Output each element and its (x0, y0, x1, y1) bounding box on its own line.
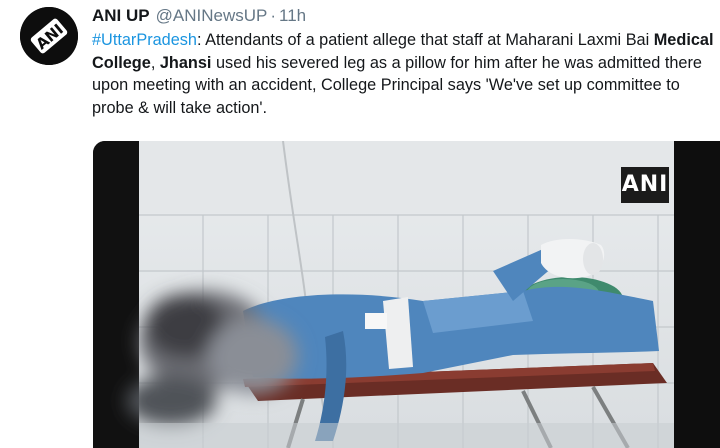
tweet-text-bold2: Jhansi (159, 53, 212, 72)
tweet-card: ANI ANI UP @ANINewsUP · 11h #UttarPradesh: … (0, 0, 720, 448)
author-handle[interactable]: @ANINewsUP (156, 6, 268, 25)
tweet-timestamp[interactable]: 11h (279, 6, 306, 25)
ani-watermark: ANI (621, 167, 669, 203)
hashtag-link[interactable]: #UttarPradesh (92, 31, 197, 49)
profile-avatar[interactable]: ANI (20, 7, 78, 65)
tweet-text: #UttarPradesh: Attendants of a patient a… (92, 29, 714, 119)
tweet-text-part2: , (150, 53, 160, 72)
author-name[interactable]: ANI UP (92, 6, 150, 25)
tweet-text-part1: : Attendants of a patient allege that st… (196, 31, 654, 49)
tweet-header: ANI UP @ANINewsUP · 11h (92, 4, 306, 28)
tweet-media-image[interactable]: ANI (93, 141, 720, 448)
ani-logo-icon: ANI (20, 7, 78, 65)
header-separator: · (270, 6, 277, 25)
